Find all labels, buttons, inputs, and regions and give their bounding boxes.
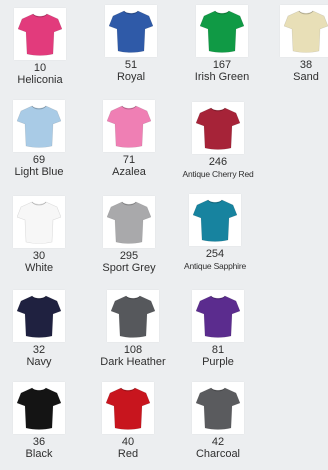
shirt-white bbox=[13, 196, 65, 248]
tshirt-icon bbox=[196, 295, 240, 338]
color-name: Irish Green bbox=[194, 71, 250, 83]
tshirt-icon bbox=[17, 105, 61, 148]
tshirt-icon bbox=[111, 295, 155, 338]
shirt-sport-grey bbox=[103, 196, 155, 248]
tshirt-icon bbox=[17, 201, 61, 244]
swatch-navy[interactable]: 32 Navy bbox=[0, 290, 79, 369]
swatch-sand[interactable]: 38 Sand bbox=[266, 5, 328, 84]
shirt-dark-heather bbox=[107, 290, 159, 342]
color-code: 36 bbox=[32, 436, 46, 448]
color-name: Sport Grey bbox=[102, 262, 156, 274]
color-code: 30 bbox=[32, 250, 46, 262]
shirt-azalea bbox=[103, 100, 155, 152]
color-name: Light Blue bbox=[14, 166, 64, 178]
shirt-red bbox=[102, 382, 154, 434]
color-name: Black bbox=[25, 448, 53, 460]
swatch-white[interactable]: 30 White bbox=[0, 196, 79, 275]
shirt-sand bbox=[280, 5, 328, 57]
swatch-antique-sapphire[interactable]: 254 Antique Sapphire bbox=[175, 194, 255, 273]
color-name: Purple bbox=[202, 356, 234, 368]
shirt-black bbox=[13, 382, 65, 434]
color-code: 108 bbox=[123, 344, 143, 356]
swatch-red[interactable]: 40 Red bbox=[88, 382, 168, 461]
swatch-black[interactable]: 36 Black bbox=[0, 382, 79, 461]
color-code: 40 bbox=[121, 436, 135, 448]
color-name: Antique Cherry Red bbox=[182, 169, 254, 179]
swatch-purple[interactable]: 81 Purple bbox=[178, 290, 258, 369]
color-code: 254 bbox=[205, 248, 225, 260]
swatch-dark-heather[interactable]: 108 Dark Heather bbox=[93, 290, 173, 369]
tshirt-icon bbox=[109, 10, 153, 53]
shirt-navy bbox=[13, 290, 65, 342]
color-code: 71 bbox=[122, 154, 136, 166]
tshirt-icon bbox=[107, 201, 151, 244]
swatch-sport-grey[interactable]: 295 Sport Grey bbox=[89, 196, 169, 275]
shirt-purple bbox=[192, 290, 244, 342]
shirt-antique-cherry-red bbox=[192, 102, 244, 154]
color-code: 167 bbox=[212, 59, 232, 71]
swatch-antique-cherry-red[interactable]: 246 Antique Cherry Red bbox=[178, 102, 258, 181]
color-name: Sand bbox=[293, 71, 319, 83]
tshirt-icon bbox=[196, 107, 240, 150]
shirt-light-blue bbox=[13, 100, 65, 152]
swatch-charcoal[interactable]: 42 Charcoal bbox=[178, 382, 258, 461]
shirt-royal bbox=[105, 5, 157, 57]
color-name: Dark Heather bbox=[100, 356, 166, 368]
color-name: Antique Sapphire bbox=[183, 261, 246, 271]
swatch-heliconia[interactable]: 10 Heliconia bbox=[0, 8, 80, 87]
shirt-irish-green bbox=[196, 5, 248, 57]
tshirt-icon bbox=[193, 199, 237, 242]
color-code: 81 bbox=[211, 344, 225, 356]
tshirt-icon bbox=[106, 387, 150, 430]
shirt-heliconia bbox=[14, 8, 66, 60]
shirt-charcoal bbox=[192, 382, 244, 434]
color-name: Heliconia bbox=[17, 74, 63, 86]
tshirt-icon bbox=[18, 13, 62, 56]
shirt-antique-sapphire bbox=[189, 194, 241, 246]
color-code: 38 bbox=[299, 59, 313, 71]
color-code: 295 bbox=[119, 250, 139, 262]
tshirt-icon bbox=[200, 10, 244, 53]
swatch-irish-green[interactable]: 167 Irish Green bbox=[182, 5, 262, 84]
tshirt-icon bbox=[17, 387, 61, 430]
color-code: 246 bbox=[208, 156, 228, 168]
color-code: 32 bbox=[32, 344, 46, 356]
swatch-royal[interactable]: 51 Royal bbox=[91, 5, 171, 84]
color-name: Red bbox=[117, 448, 139, 460]
swatch-azalea[interactable]: 71 Azalea bbox=[89, 100, 169, 179]
color-name: Azalea bbox=[112, 166, 146, 178]
color-name: Navy bbox=[26, 356, 52, 368]
color-code: 69 bbox=[32, 154, 46, 166]
color-code: 10 bbox=[33, 62, 47, 74]
color-code: 51 bbox=[124, 59, 138, 71]
tshirt-icon bbox=[284, 10, 328, 53]
tshirt-icon bbox=[17, 295, 61, 338]
swatch-light-blue[interactable]: 69 Light Blue bbox=[0, 100, 79, 179]
color-code: 42 bbox=[211, 436, 225, 448]
tshirt-icon bbox=[107, 105, 151, 148]
color-name: White bbox=[24, 262, 54, 274]
tshirt-icon bbox=[196, 387, 240, 430]
color-name: Charcoal bbox=[195, 448, 241, 460]
color-name: Royal bbox=[116, 71, 146, 83]
